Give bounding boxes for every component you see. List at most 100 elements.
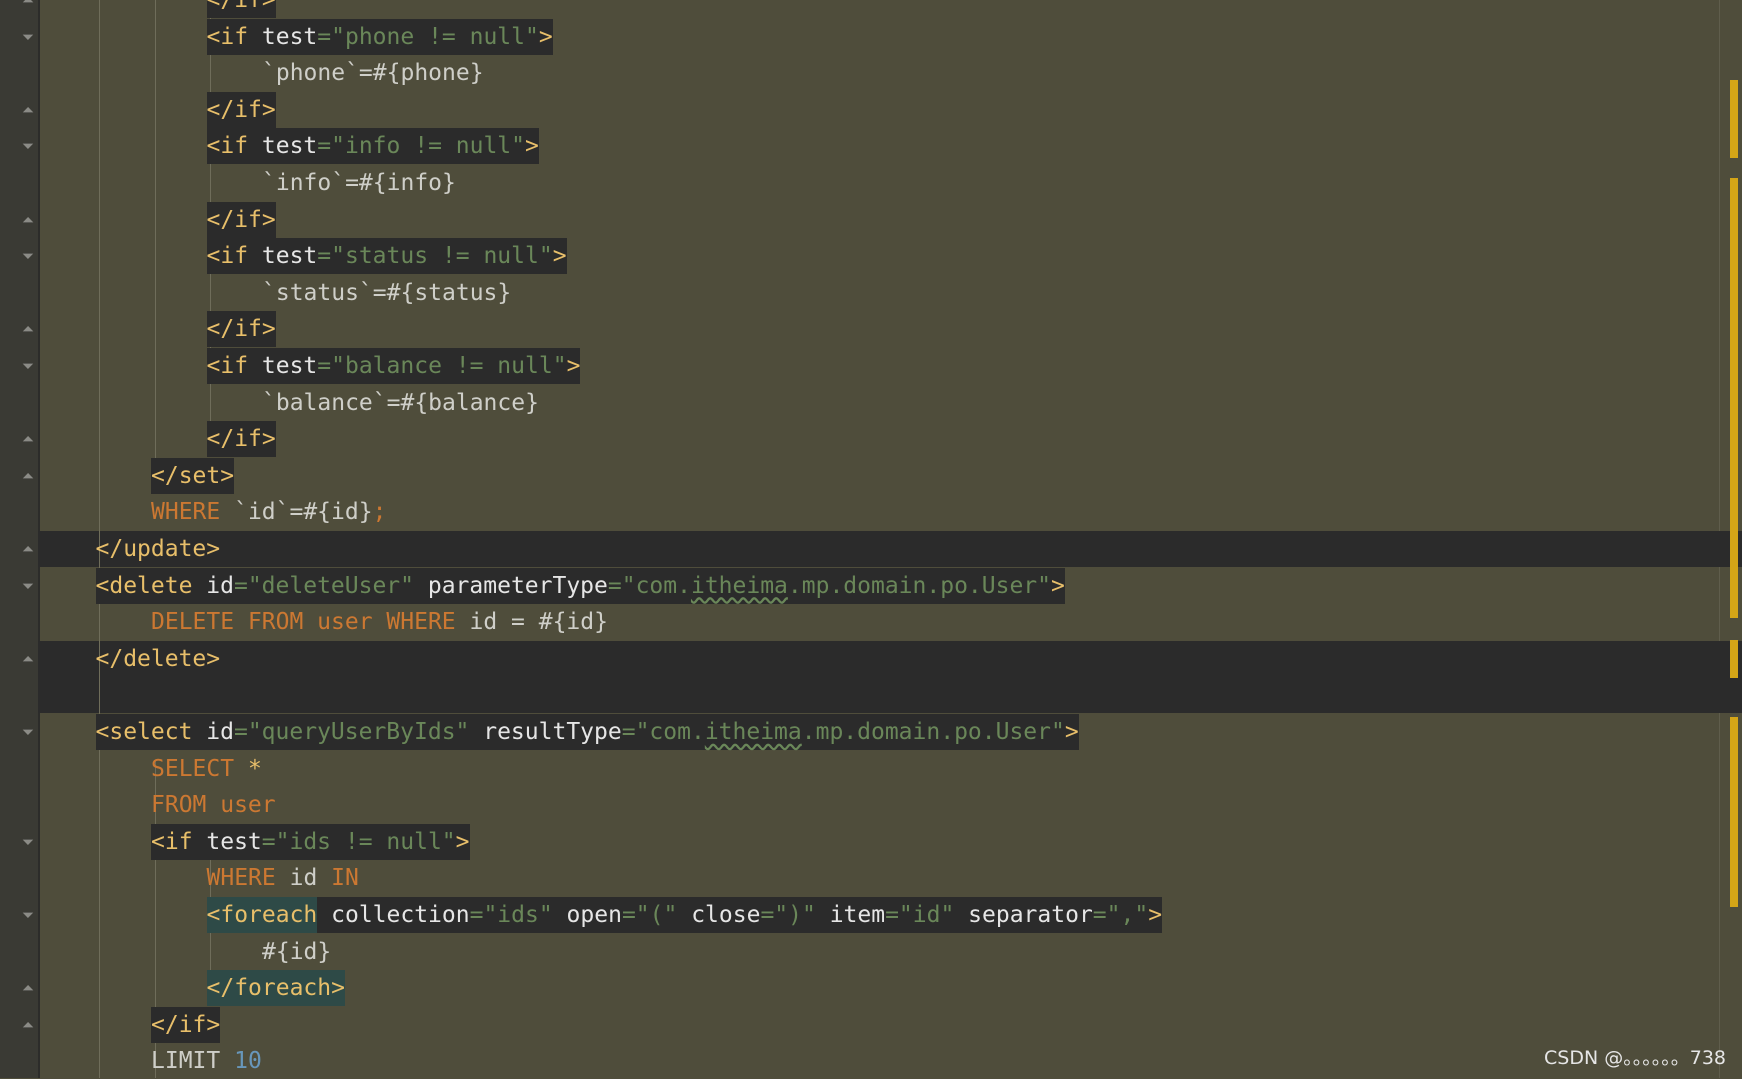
code-token: " bbox=[511, 128, 526, 165]
code-token: </if> bbox=[206, 0, 276, 18]
code-token: separator bbox=[968, 897, 1093, 933]
fold-end-icon[interactable]: ⏶ bbox=[20, 1017, 36, 1033]
code-line[interactable]: </if> bbox=[206, 201, 276, 238]
fold-start-icon[interactable]: ⏷ bbox=[20, 248, 36, 264]
code-token: phone != null bbox=[344, 18, 525, 55]
fold-end-icon[interactable]: ⏶ bbox=[20, 651, 36, 667]
code-line[interactable]: <foreach collection="ids" open="(" close… bbox=[206, 897, 1163, 933]
code-token: > bbox=[552, 238, 567, 275]
code-line[interactable]: </set> bbox=[151, 457, 235, 494]
code-token: test bbox=[261, 348, 318, 384]
code-token: =" bbox=[317, 348, 345, 384]
code-line[interactable]: <select id="queryUserByIds" resultType="… bbox=[95, 714, 1079, 750]
code-line[interactable]: </delete> bbox=[96, 641, 221, 677]
fold-start-icon[interactable]: ⏷ bbox=[20, 358, 36, 374]
fold-end-icon[interactable]: ⏶ bbox=[20, 0, 36, 8]
fold-start-icon[interactable]: ⏷ bbox=[20, 834, 36, 850]
code-token: </if> bbox=[206, 311, 276, 348]
code-token: > bbox=[455, 823, 470, 860]
code-token: > bbox=[525, 128, 539, 165]
code-line[interactable]: <if test="status != null"> bbox=[206, 238, 567, 275]
code-token: ="ids" bbox=[469, 897, 567, 933]
code-line[interactable]: WHERE `id`=#{id}; bbox=[151, 494, 386, 530]
code-token: id bbox=[206, 567, 234, 604]
code-line[interactable]: <if test="info != null"> bbox=[206, 128, 539, 165]
code-token: itheima bbox=[690, 567, 788, 604]
code-line[interactable]: </if> bbox=[206, 311, 276, 348]
code-line[interactable]: </if> bbox=[206, 91, 276, 128]
code-token: `id`=#{id} bbox=[234, 499, 373, 526]
fold-start-icon[interactable]: ⏷ bbox=[20, 578, 36, 594]
code-token: WHERE bbox=[206, 865, 290, 892]
fold-end-icon[interactable]: ⏶ bbox=[20, 468, 36, 484]
code-token: </delete> bbox=[95, 645, 221, 672]
scrollbar-change-marker[interactable] bbox=[1730, 717, 1738, 907]
code-token: " bbox=[538, 238, 553, 275]
code-line[interactable]: `status`=#{status} bbox=[262, 275, 511, 311]
code-token: <delete bbox=[95, 567, 207, 604]
code-line[interactable]: <if test="balance != null"> bbox=[206, 348, 581, 384]
indent-guide bbox=[155, 0, 156, 470]
code-line[interactable]: </if> bbox=[206, 421, 276, 458]
code-token: =" bbox=[317, 128, 345, 165]
code-token: id = #{id} bbox=[469, 609, 608, 636]
code-line[interactable]: </if> bbox=[206, 0, 276, 18]
code-line[interactable]: </update> bbox=[96, 531, 221, 567]
code-token: test bbox=[261, 128, 318, 165]
scrollbar-change-marker[interactable] bbox=[1730, 640, 1738, 678]
code-token: </if> bbox=[206, 421, 276, 458]
code-token: > bbox=[538, 18, 553, 55]
fold-start-icon[interactable]: ⏷ bbox=[20, 29, 36, 45]
fold-end-icon[interactable]: ⏶ bbox=[20, 980, 36, 996]
code-line[interactable]: LIMIT 10 bbox=[151, 1043, 262, 1079]
code-line[interactable]: </if> bbox=[151, 1006, 221, 1043]
code-token: > bbox=[1064, 714, 1079, 750]
code-line[interactable]: `info`=#{info} bbox=[262, 165, 456, 201]
scrollbar-change-marker[interactable] bbox=[1730, 80, 1738, 158]
fold-end-icon[interactable]: ⏶ bbox=[20, 321, 36, 337]
code-line[interactable]: `phone`=#{phone} bbox=[262, 55, 484, 91]
code-token: item bbox=[829, 897, 886, 933]
code-line[interactable]: `balance`=#{balance} bbox=[262, 385, 539, 421]
code-token: collection bbox=[317, 897, 470, 933]
code-line[interactable]: </foreach> bbox=[206, 970, 345, 1007]
code-token: </set> bbox=[151, 457, 235, 494]
code-token: SELECT bbox=[151, 755, 248, 782]
fold-end-icon[interactable]: ⏶ bbox=[20, 102, 36, 118]
code-token: <if bbox=[151, 823, 207, 860]
caret-line-row bbox=[38, 677, 1742, 714]
code-token: " bbox=[525, 18, 539, 55]
scrollbar-change-marker[interactable] bbox=[1730, 178, 1738, 618]
code-line[interactable]: <delete id="deleteUser" parameterType="c… bbox=[95, 567, 1065, 604]
code-token: #{id} bbox=[262, 938, 332, 965]
code-token: <foreach bbox=[206, 897, 318, 933]
fold-end-icon[interactable]: ⏶ bbox=[20, 431, 36, 447]
code-line[interactable]: #{id} bbox=[262, 934, 331, 970]
code-token: <if bbox=[206, 238, 262, 275]
code-token: itheima bbox=[704, 714, 802, 750]
code-line[interactable]: <if test="phone != null"> bbox=[206, 18, 553, 55]
code-token: close bbox=[691, 897, 761, 933]
fold-start-icon[interactable]: ⏷ bbox=[20, 907, 36, 923]
code-token: <if bbox=[206, 18, 262, 55]
code-token: </foreach> bbox=[206, 970, 345, 1007]
code-token: test bbox=[261, 18, 318, 55]
code-token: =")" bbox=[760, 897, 830, 933]
caret-line-row bbox=[38, 531, 1742, 567]
code-line[interactable]: SELECT * bbox=[151, 751, 262, 787]
code-line[interactable]: <if test="ids != null"> bbox=[151, 823, 470, 860]
code-line[interactable]: FROM user bbox=[151, 787, 276, 823]
code-token: 10 bbox=[234, 1048, 262, 1075]
code-line[interactable]: DELETE FROM user WHERE id = #{id} bbox=[151, 604, 608, 640]
caret-line-row bbox=[38, 640, 1742, 677]
code-token: =" bbox=[317, 18, 345, 55]
fold-start-icon[interactable]: ⏷ bbox=[20, 724, 36, 740]
code-line[interactable]: WHERE id IN bbox=[207, 860, 359, 896]
fold-start-icon[interactable]: ⏷ bbox=[20, 138, 36, 154]
fold-end-icon[interactable]: ⏶ bbox=[20, 541, 36, 557]
code-token: ="id" bbox=[885, 897, 969, 933]
code-token: ="," bbox=[1092, 897, 1149, 933]
fold-end-icon[interactable]: ⏶ bbox=[20, 212, 36, 228]
code-token: id bbox=[289, 865, 332, 892]
code-token: `info`=#{info} bbox=[262, 170, 456, 196]
